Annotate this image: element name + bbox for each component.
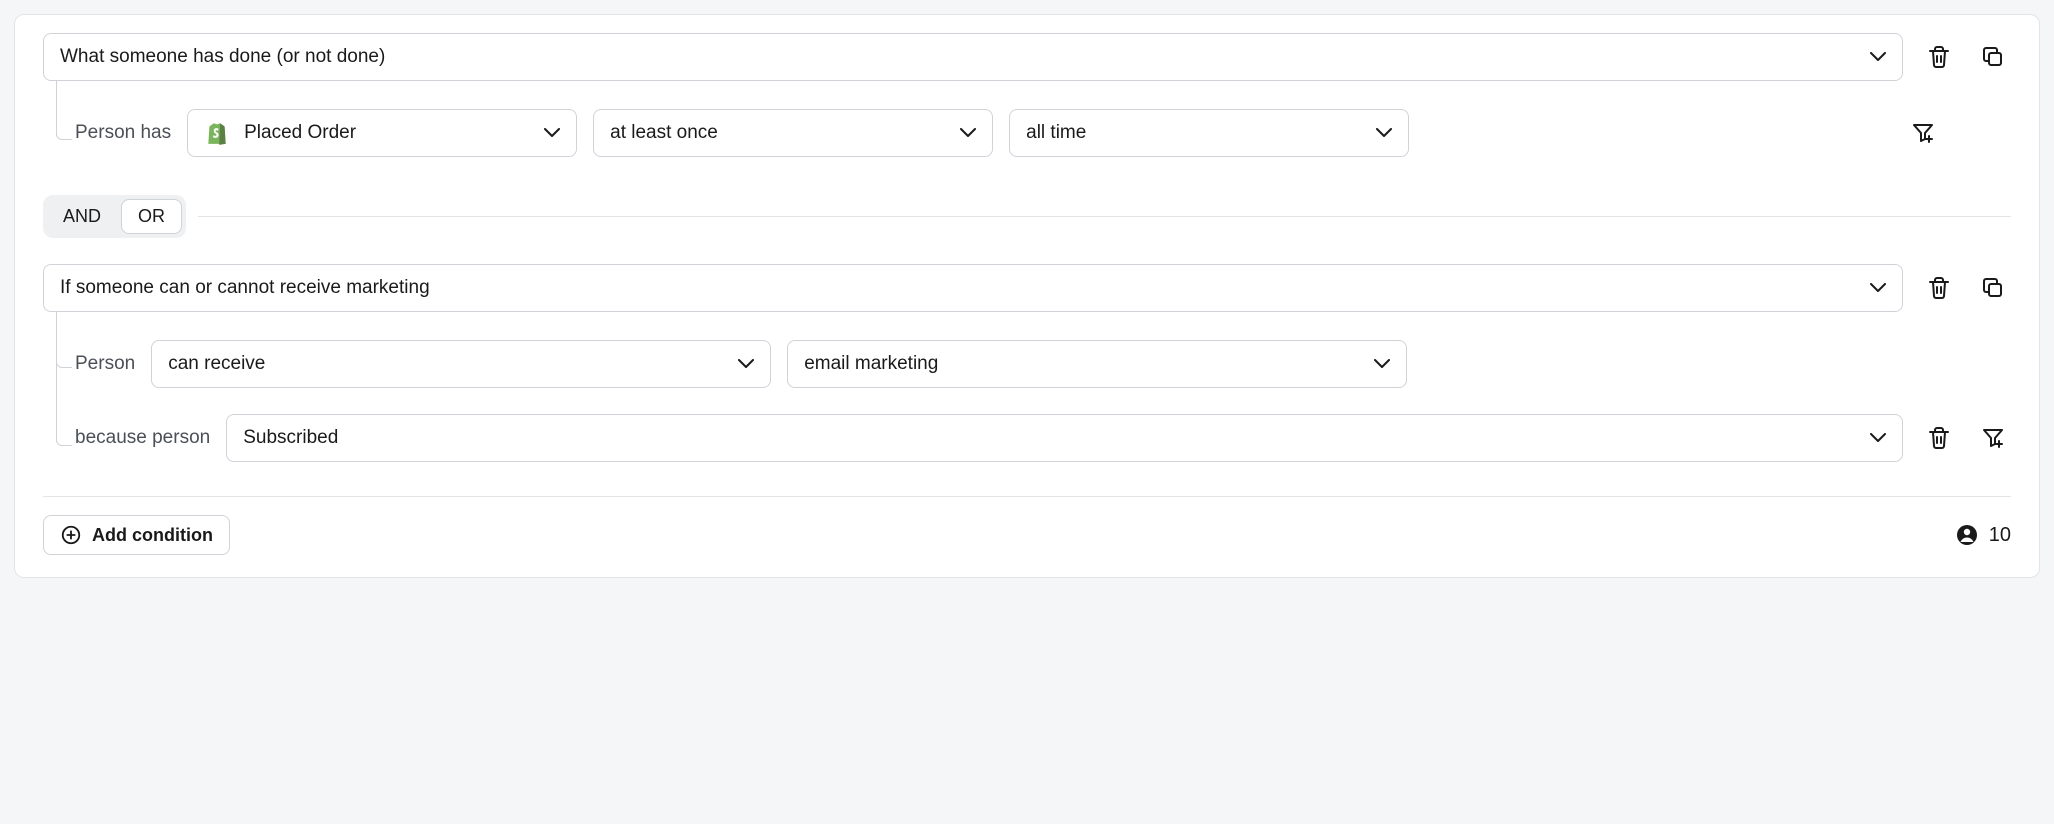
chevron-down-icon: [544, 128, 560, 138]
delete-condition-button[interactable]: [1921, 39, 1957, 75]
and-button[interactable]: AND: [47, 200, 117, 233]
reason-select[interactable]: Subscribed: [226, 414, 1903, 462]
profile-count: 10: [1955, 523, 2011, 547]
trash-icon: [1927, 45, 1951, 69]
add-filter-button[interactable]: [1905, 115, 1941, 151]
frequency-label: at least once: [610, 122, 718, 144]
chevron-down-icon: [1374, 359, 1390, 369]
trash-icon: [1927, 276, 1951, 300]
condition-type-select[interactable]: If someone can or cannot receive marketi…: [43, 264, 1903, 312]
delete-subcondition-button[interactable]: [1921, 420, 1957, 456]
chevron-down-icon: [738, 359, 754, 369]
duplicate-condition-button[interactable]: [1975, 39, 2011, 75]
or-button[interactable]: OR: [121, 199, 182, 234]
copy-icon: [1981, 276, 2005, 300]
shopify-icon: [204, 120, 230, 146]
condition-type-label: If someone can or cannot receive marketi…: [60, 277, 430, 299]
person-label: Person: [75, 353, 135, 375]
footer: Add condition 10: [43, 496, 2011, 555]
channel-select[interactable]: email marketing: [787, 340, 1407, 388]
reason-label: Subscribed: [243, 427, 338, 449]
can-receive-select[interactable]: can receive: [151, 340, 771, 388]
filter-add-icon: [1911, 121, 1935, 145]
chevron-down-icon: [1870, 433, 1886, 443]
duplicate-condition-button[interactable]: [1975, 270, 2011, 306]
operator-toggle: AND OR: [43, 195, 186, 238]
divider: [198, 216, 2011, 217]
frequency-select[interactable]: at least once: [593, 109, 993, 157]
chevron-down-icon: [1870, 52, 1886, 62]
event-select[interactable]: Placed Order: [187, 109, 577, 157]
profile-count-value: 10: [1989, 524, 2011, 547]
because-person-label: because person: [75, 427, 210, 449]
timeframe-label: all time: [1026, 122, 1086, 144]
chevron-down-icon: [1376, 128, 1392, 138]
add-condition-button[interactable]: Add condition: [43, 515, 230, 555]
event-label: Placed Order: [244, 122, 356, 144]
plus-circle-icon: [60, 524, 82, 546]
timeframe-select[interactable]: all time: [1009, 109, 1409, 157]
person-has-label: Person has: [75, 122, 171, 144]
condition-type-select[interactable]: What someone has done (or not done): [43, 33, 1903, 81]
chevron-down-icon: [1870, 283, 1886, 293]
filter-add-icon: [1981, 426, 2005, 450]
trash-icon: [1927, 426, 1951, 450]
copy-icon: [1981, 45, 2005, 69]
condition-block-1: What someone has done (or not done) Pers…: [43, 33, 2011, 157]
condition-type-label: What someone has done (or not done): [60, 46, 385, 68]
segment-conditions-panel: What someone has done (or not done) Pers…: [14, 14, 2040, 578]
chevron-down-icon: [960, 128, 976, 138]
add-condition-label: Add condition: [92, 525, 213, 546]
channel-label: email marketing: [804, 353, 938, 375]
delete-condition-button[interactable]: [1921, 270, 1957, 306]
operator-row: AND OR: [43, 195, 2011, 238]
person-icon: [1955, 523, 1979, 547]
can-receive-label: can receive: [168, 353, 265, 375]
condition-block-2: If someone can or cannot receive marketi…: [43, 264, 2011, 462]
add-filter-button[interactable]: [1975, 420, 2011, 456]
